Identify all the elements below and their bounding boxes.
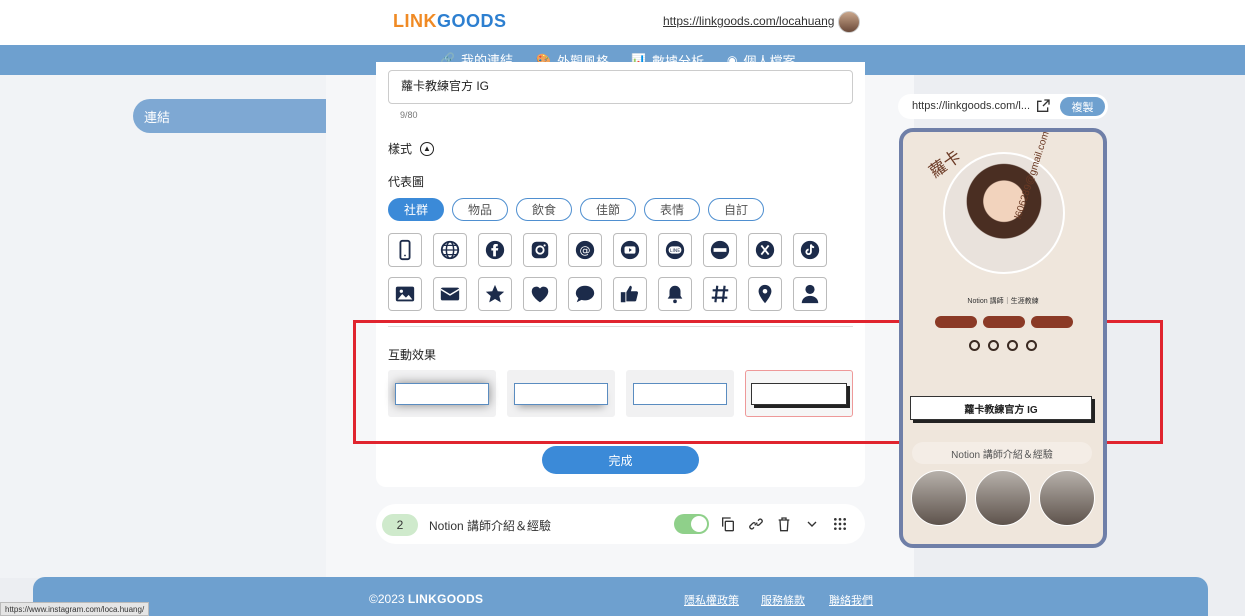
done-button[interactable]: 完成 — [542, 446, 699, 474]
threads-icon[interactable]: @ — [568, 233, 602, 267]
preview-tag — [935, 316, 977, 328]
preview-subtitle: Notion 講師｜生涯教練 — [967, 298, 1039, 305]
icon-picker: @ LINE — [388, 233, 828, 311]
tiktok-icon[interactable] — [793, 233, 827, 267]
profile-url-link[interactable]: https://linkgoods.com/locahuang — [663, 14, 834, 28]
copyright-year: ©2023 — [369, 592, 405, 606]
preview-link-button: 蘿卡教練官方 IG — [910, 396, 1092, 420]
privacy-policy-link[interactable]: 隱私權政策 — [684, 592, 739, 608]
terms-link[interactable]: 服務條款 — [761, 592, 805, 608]
user-avatar[interactable] — [838, 11, 860, 33]
globe-icon[interactable] — [433, 233, 467, 267]
facebook-icon — [969, 340, 980, 351]
link-number-badge: 2 — [382, 514, 418, 536]
svg-text:@: @ — [580, 244, 591, 257]
top-bar: LINKGOODS https://linkgoods.com/locahuan… — [0, 0, 1245, 45]
gallery-photo — [975, 470, 1031, 526]
copy-url-button[interactable]: 複製 — [1060, 97, 1105, 116]
user-icon[interactable] — [793, 277, 827, 311]
sidebar: 連結 — [0, 75, 365, 578]
link-row-title[interactable]: Notion 講師介紹＆經驗 — [429, 517, 551, 534]
footer-logo: LINKGOODS — [407, 592, 484, 606]
facebook-icon[interactable] — [478, 233, 512, 267]
trash-icon[interactable] — [775, 515, 793, 533]
link-visibility-toggle[interactable] — [674, 514, 709, 534]
line-icon — [1026, 340, 1037, 351]
link-title-input[interactable]: 蘿卡教練官方 IG — [388, 70, 853, 104]
map-pin-icon[interactable] — [748, 277, 782, 311]
line-icon[interactable]: LINE — [658, 233, 692, 267]
x-twitter-icon[interactable] — [748, 233, 782, 267]
category-chips: 社群 物品 飲食 佳節 表情 自訂 — [388, 198, 764, 221]
preview-profile-photo — [943, 152, 1065, 274]
phone-preview: 蘿卡 l606289@gmail.com Notion 講師｜生涯教練 蘿卡教練… — [899, 128, 1107, 548]
preview-tag — [1031, 316, 1073, 328]
sidebar-item-links[interactable]: 連結 — [133, 99, 343, 133]
xiaohongshu-icon[interactable] — [703, 233, 737, 267]
preview-url[interactable]: https://linkgoods.com/l... — [912, 100, 1030, 112]
phone-icon[interactable] — [388, 233, 422, 267]
contact-link[interactable]: 聯絡我們 — [829, 592, 873, 608]
category-holidays[interactable]: 佳節 — [580, 198, 636, 221]
gallery-photo — [911, 470, 967, 526]
drag-handle-icon[interactable] — [831, 515, 849, 533]
style-toggle[interactable]: 樣式 ▲ — [388, 140, 435, 157]
logo[interactable]: LINKGOODS — [393, 11, 507, 32]
link-chain-icon[interactable] — [747, 515, 765, 533]
image-icon[interactable] — [388, 277, 422, 311]
star-icon[interactable] — [478, 277, 512, 311]
chevron-up-icon[interactable]: ▲ — [420, 141, 435, 156]
style-label: 樣式 — [388, 142, 413, 156]
link-row[interactable]: 2 Notion 講師介紹＆經驗 — [376, 504, 865, 544]
preview-url-bar: https://linkgoods.com/l... 複製 — [898, 94, 1108, 119]
external-link-icon[interactable] — [1035, 98, 1051, 114]
gallery-photo — [1039, 470, 1095, 526]
preview-gallery — [911, 470, 1095, 526]
preview-tag — [983, 316, 1025, 328]
chat-bubble-icon[interactable] — [568, 277, 602, 311]
category-social[interactable]: 社群 — [388, 198, 444, 221]
preview-social-icons — [969, 340, 1037, 351]
preview-section-title: Notion 講師介紹＆經驗 — [912, 442, 1092, 464]
preview-tags — [935, 316, 1073, 328]
bell-icon[interactable] — [658, 277, 692, 311]
instagram-icon — [988, 340, 999, 351]
hashtag-icon[interactable] — [703, 277, 737, 311]
category-custom[interactable]: 自訂 — [708, 198, 764, 221]
chevron-down-icon[interactable] — [803, 515, 821, 533]
youtube-icon[interactable] — [613, 233, 647, 267]
svg-text:LINE: LINE — [670, 248, 680, 254]
category-items[interactable]: 物品 — [452, 198, 508, 221]
category-food[interactable]: 飲食 — [516, 198, 572, 221]
status-bar-url: https://www.instagram.com/loca.huang/ — [0, 602, 150, 616]
char-counter: 9/80 — [400, 110, 418, 120]
instagram-icon[interactable] — [523, 233, 557, 267]
category-emoji[interactable]: 表情 — [644, 198, 700, 221]
copy-icon[interactable] — [719, 515, 737, 533]
footer: ©2023 LINKGOODS 隱私權政策 服務條款 聯絡我們 — [33, 577, 1208, 616]
copyright: ©2023 LINKGOODS — [369, 592, 483, 606]
threads-icon — [1007, 340, 1018, 351]
mail-icon[interactable] — [433, 277, 467, 311]
representative-image-label: 代表圖 — [388, 175, 425, 189]
heart-icon[interactable] — [523, 277, 557, 311]
thumbs-up-icon[interactable] — [613, 277, 647, 311]
